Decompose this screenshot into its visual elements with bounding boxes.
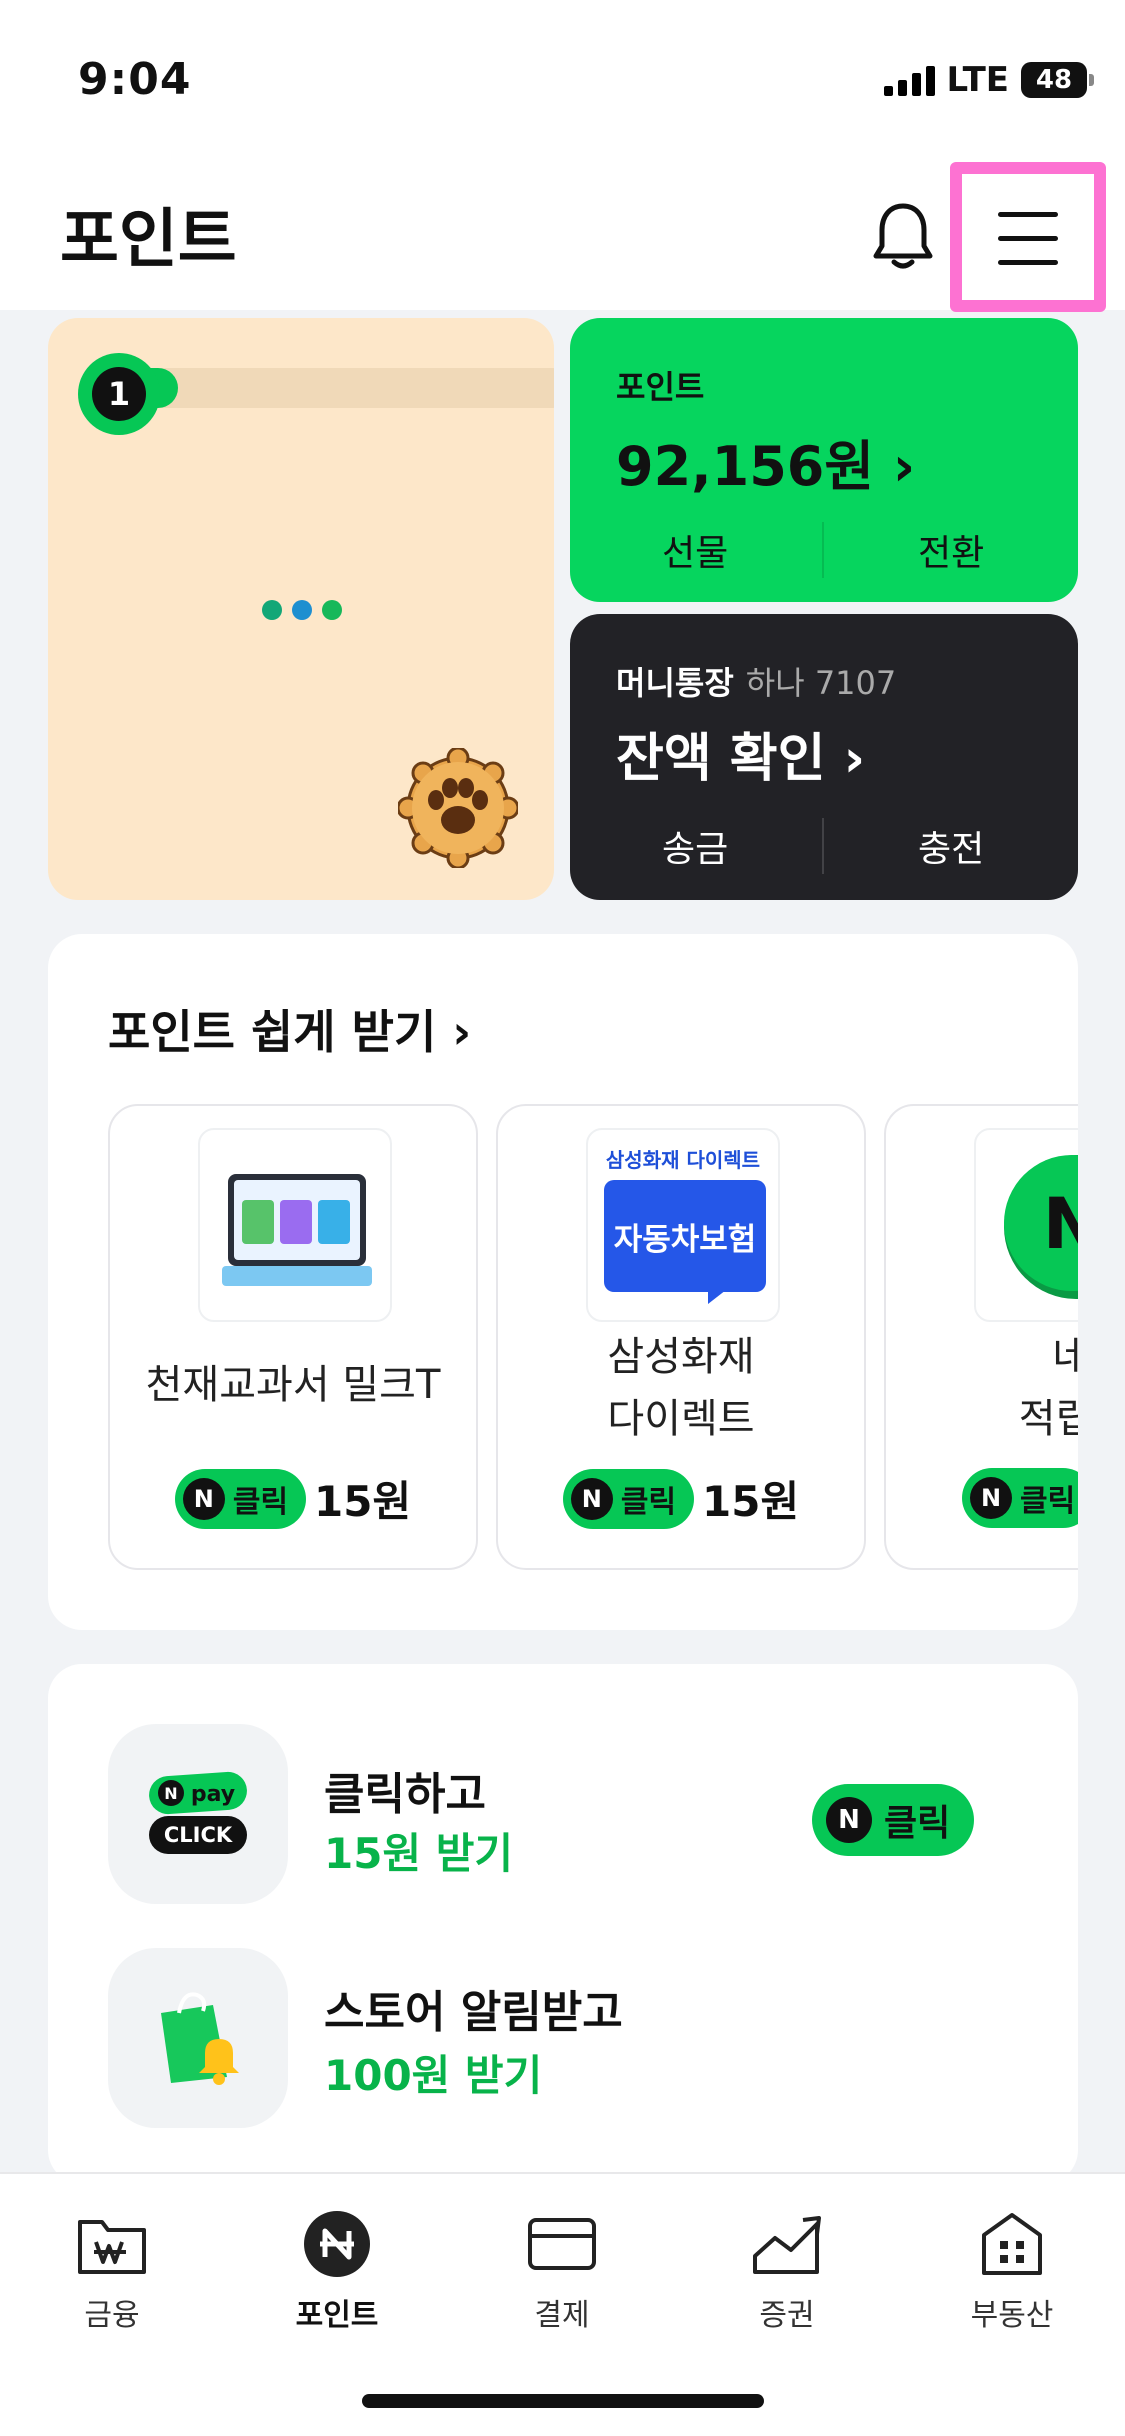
- offer-image: [198, 1128, 392, 1322]
- offer-image-tail: [708, 1290, 726, 1304]
- n-logo-icon: N: [570, 1477, 613, 1520]
- point-amount[interactable]: 92,156원 ›: [616, 422, 915, 501]
- nav-item-stocks[interactable]: 증권: [717, 2204, 857, 2334]
- game-card[interactable]: 1: [48, 318, 554, 900]
- convert-button[interactable]: 전환: [918, 524, 984, 576]
- offer-card-samsung[interactable]: 삼성화재 다이렉트 자동차보험 삼성화재 다이렉트 N 클릭 15원: [496, 1104, 866, 1570]
- card-icon: [522, 2204, 602, 2284]
- menu-icon[interactable]: [962, 174, 1094, 300]
- reward-amount: 15원: [314, 1477, 412, 1526]
- n-logo-icon: N: [970, 1477, 1012, 1519]
- battery-icon: 48: [1021, 62, 1094, 98]
- building-icon: [972, 2204, 1052, 2284]
- level-number: 1: [92, 367, 146, 421]
- click-button-label: 클릭: [884, 1803, 951, 1844]
- offer-card-milkt[interactable]: 천재교과서 밀크T N 클릭 15원: [108, 1104, 478, 1570]
- nav-item-payment[interactable]: 결제: [492, 2204, 632, 2334]
- signal-icon: [883, 64, 935, 96]
- n-logo-icon: [297, 2204, 377, 2284]
- nav-label: 결제: [534, 2298, 590, 2333]
- charge-button[interactable]: 충전: [918, 820, 984, 872]
- click-badge: N 클릭: [174, 1468, 307, 1529]
- offer-name: 천재교과서 밀크T: [145, 1362, 441, 1408]
- balance-check-link[interactable]: 잔액 확인 ›: [616, 716, 865, 791]
- easy-points-title[interactable]: 포인트 쉽게 받기 ›: [108, 996, 471, 1062]
- won-folder-icon: [72, 2204, 152, 2284]
- offer-image-banner: 자동차보험: [604, 1180, 766, 1292]
- level-badge: 1: [78, 353, 160, 435]
- svg-text:CLICK: CLICK: [164, 1823, 233, 1847]
- offer-image-brand: 삼성화재 다이렉트: [605, 1148, 761, 1172]
- money-account-name: 머니통장: [616, 664, 734, 702]
- offer-reward: N 클릭 15원: [498, 1468, 864, 1529]
- offer-image: 삼성화재 다이렉트 자동차보험: [586, 1128, 780, 1322]
- offer-reward: N 클릭: [886, 1468, 1078, 1528]
- reward-amount: 15원: [702, 1477, 800, 1526]
- nav-label: 부동산: [970, 2298, 1054, 2333]
- click-button[interactable]: N 클릭: [812, 1784, 975, 1856]
- n-coin-icon: N: [1004, 1155, 1078, 1299]
- point-label: 포인트: [616, 368, 705, 406]
- svg-text:N: N: [1043, 1183, 1078, 1265]
- offer-image: N: [974, 1128, 1078, 1322]
- status-indicators: LTE 48: [883, 60, 1094, 100]
- page-title: 포인트: [60, 203, 237, 277]
- tablet-icon: [222, 1174, 372, 1286]
- offer-reward: N 클릭 15원: [110, 1468, 476, 1529]
- home-indicator: [362, 2394, 764, 2408]
- chart-icon: [747, 2204, 827, 2284]
- easy-points-section: 포인트 쉽게 받기 › 천재교과서 밀크T N 클릭 15원 삼성화재 다이렉트 …: [48, 934, 1078, 1630]
- divider: [822, 522, 824, 578]
- transfer-button[interactable]: 송금: [662, 820, 728, 872]
- level-progress-bar: [118, 368, 554, 408]
- nav-label: 금융: [84, 2298, 140, 2333]
- nav-item-points[interactable]: 포인트: [267, 2204, 407, 2334]
- svg-text:pay: pay: [191, 1782, 235, 1807]
- list-item-subtitle: 100원 받기: [324, 2051, 543, 2100]
- money-account-card[interactable]: 머니통장 하나 7107 잔액 확인 › 송금 충전: [570, 614, 1078, 900]
- offer-name: 삼성화재: [607, 1334, 755, 1380]
- page-header: 포인트: [0, 150, 1125, 312]
- list-item-title: 클릭하고: [324, 1769, 486, 1820]
- npay-click-icon: N pay CLICK: [108, 1724, 288, 1904]
- n-logo-icon: N: [826, 1797, 872, 1843]
- loading-dots-icon: [262, 600, 342, 620]
- offer-name: 네플: [1052, 1334, 1078, 1380]
- offer-name-line2: 다이렉트: [607, 1396, 755, 1442]
- paw-cookie-icon[interactable]: [398, 748, 518, 868]
- n-logo-icon: N: [182, 1477, 225, 1520]
- status-bar: 9:04 LTE 48: [0, 0, 1125, 150]
- click-badge: N 클릭: [562, 1468, 695, 1529]
- list-item-title: 스토어 알림받고: [324, 1987, 623, 2038]
- nav-label: 증권: [759, 2298, 815, 2333]
- list-item-subtitle: 15원 받기: [324, 1829, 513, 1878]
- money-account-number: 하나 7107: [745, 664, 897, 702]
- offer-card-naverplus[interactable]: N 네플 적립챌 N클릭: [884, 1104, 1078, 1570]
- nav-label: 포인트: [295, 2298, 379, 2333]
- status-time: 9:04: [78, 54, 192, 105]
- store-bag-icon: [108, 1948, 288, 2128]
- money-account-title: 머니통장 하나 7107: [616, 658, 896, 704]
- svg-text:N: N: [164, 1784, 177, 1803]
- divider: [822, 818, 824, 874]
- nav-item-realestate[interactable]: 부동산: [942, 2204, 1082, 2334]
- bell-icon[interactable]: [870, 200, 936, 272]
- click-badge: N 클릭: [962, 1468, 1078, 1528]
- earn-list-section: N pay CLICK 클릭하고 15원 받기 스토어 알림받고 100원 받기: [48, 1664, 1078, 2184]
- offer-name-line2: 적립챌: [1018, 1396, 1078, 1442]
- point-balance-card[interactable]: 포인트 92,156원 › 선물 전환: [570, 318, 1078, 602]
- nav-item-finance[interactable]: 금융: [42, 2204, 182, 2334]
- network-type: LTE: [946, 60, 1009, 100]
- gift-button[interactable]: 선물: [662, 524, 728, 576]
